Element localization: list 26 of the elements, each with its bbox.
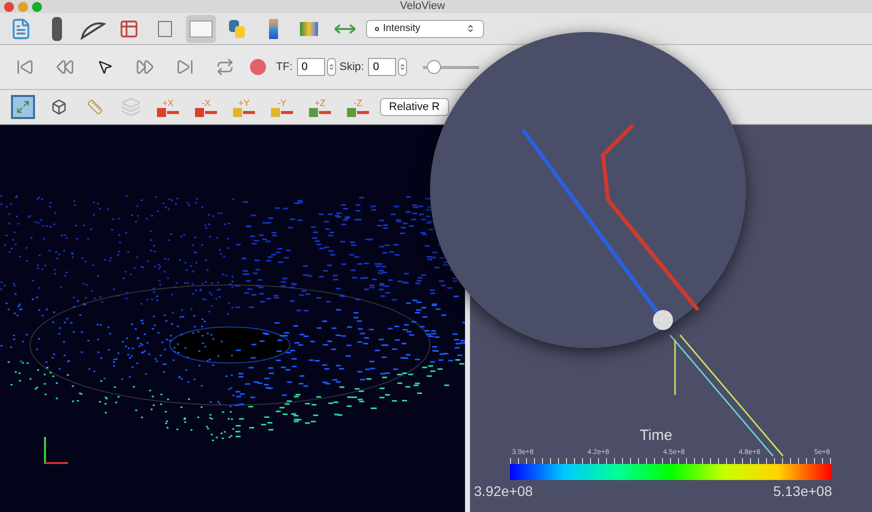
zoom-icon[interactable] [32,2,42,12]
spinner-arrows-icon[interactable] [398,58,407,76]
min-value-label: 3.92e+08 [474,482,533,501]
color-by-dropdown[interactable]: Intensity [366,20,484,38]
dropdown-arrows-icon [466,24,475,33]
skip-label: Skip: [340,60,364,75]
close-icon[interactable] [4,2,14,12]
tf-label: TF: [276,60,292,75]
record-icon[interactable] [250,59,266,75]
skip-field[interactable]: 0 [368,58,396,76]
spinner-arrows-icon[interactable] [326,58,336,76]
minimize-icon[interactable] [18,2,28,12]
scalar-bar-title: Time [640,426,672,446]
tf-field[interactable]: 0 [296,58,324,76]
axis-view-button[interactable]: -Z [342,93,374,121]
slider-thumb[interactable] [427,60,442,74]
time-slider[interactable] [422,60,479,74]
reset-camera-icon[interactable] [8,93,38,121]
axis-view-button[interactable]: +X [152,93,184,121]
relative-button[interactable]: Relative R [380,98,449,116]
axis-view-button[interactable]: -Y [266,93,298,121]
axis-view-button[interactable]: -X [190,93,222,121]
axis-view-button[interactable]: +Z [304,93,336,121]
max-value-label: 5.13e+08 [773,482,832,501]
window-title: VeloView [400,0,446,14]
axis-view-button[interactable]: +Y [228,93,260,121]
